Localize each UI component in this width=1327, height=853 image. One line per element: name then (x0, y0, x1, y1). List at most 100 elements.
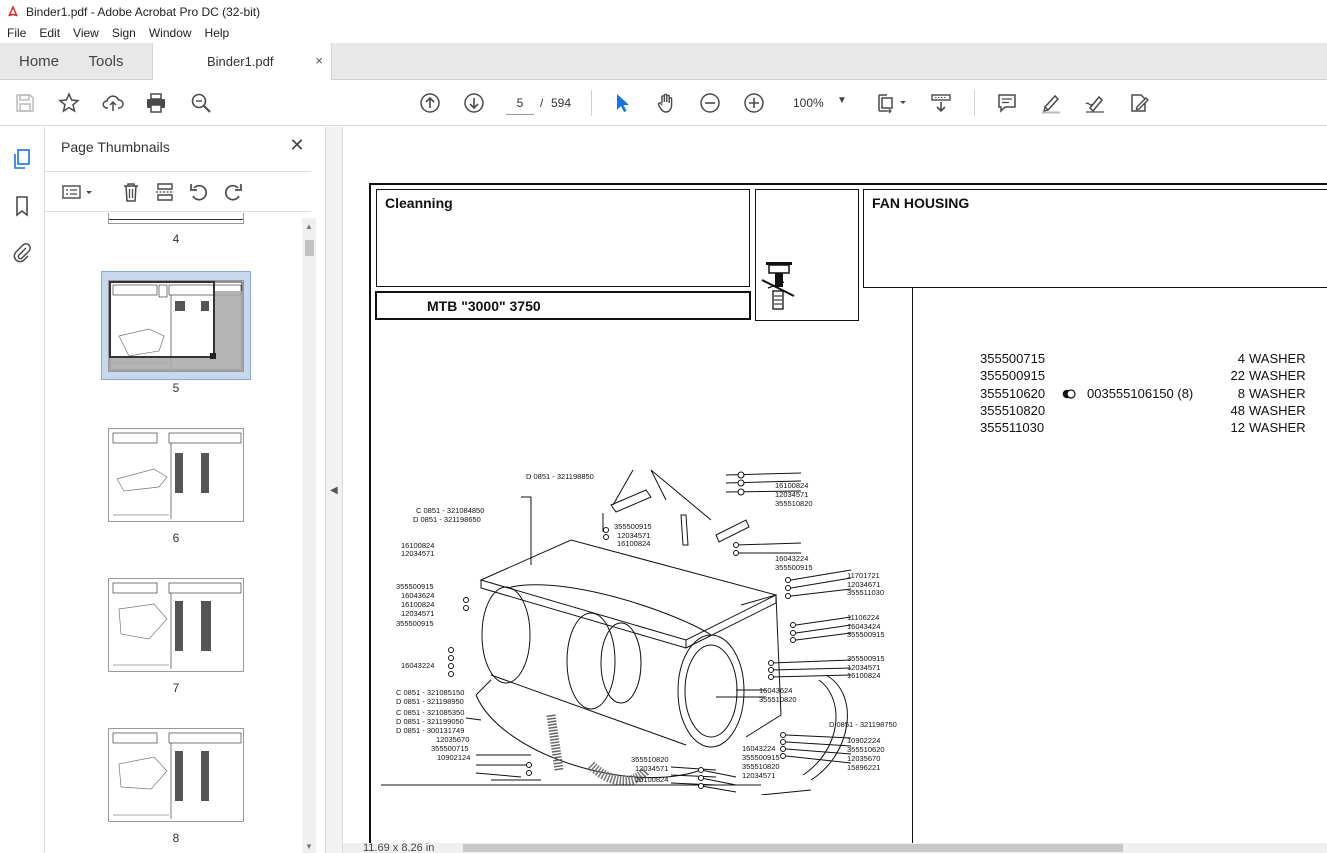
upload-cloud-icon[interactable] (101, 91, 125, 115)
model-box: MTB "3000" 3750 (375, 291, 751, 320)
part-desc: WASHER (1249, 385, 1306, 401)
thumbnail-scrollbar[interactable]: ▲ ▼ (302, 218, 316, 853)
thumbnail-page-number: 6 (172, 531, 180, 545)
extract-pages-icon[interactable] (153, 180, 177, 204)
tab-tools[interactable]: Tools (76, 43, 136, 80)
close-tab-icon[interactable]: × (315, 53, 323, 68)
drawing-callout: C 0851 - 321085350 (396, 708, 465, 717)
part-desc: WASHER (1249, 351, 1306, 366)
drawing-callout: 16043624 (401, 591, 435, 600)
fan-symbol-icon (761, 262, 795, 310)
menu-sign[interactable]: Sign (105, 26, 142, 40)
zoom-in-icon[interactable] (742, 91, 766, 115)
drawing-callout: 355500915 (775, 563, 813, 572)
bookmarks-icon[interactable] (10, 194, 34, 218)
title-bar: Binder1.pdf - Adobe Acrobat Pro DC (32-b… (0, 0, 1327, 23)
drawing-callout: 16100824 (775, 481, 809, 490)
thumbnail-page[interactable] (108, 728, 244, 822)
print-icon[interactable] (144, 91, 168, 115)
drawing-callout: 12034571 (401, 609, 435, 618)
thumbnail-list[interactable]: 4 5 6 7 8 (45, 213, 305, 853)
drawing-callout: 355500915 (847, 654, 885, 663)
thumbnail-page[interactable] (108, 280, 244, 372)
pdf-page: Cleanning MTB "3000" 3750 FAN HOUSING 35… (369, 183, 1327, 853)
collapse-panel-icon[interactable]: ◀ (330, 485, 338, 496)
drawing-callout: 355500915 (847, 630, 885, 639)
parts-list: 355500715 4 WASHER 355500915 22 WASHER 3… (980, 351, 1320, 437)
thumbnail-page[interactable] (108, 213, 244, 224)
menu-file[interactable]: File (0, 26, 32, 40)
column-divider (912, 288, 913, 853)
page-thumbnails-panel: Page Thumbnails ✕ 4 5 6 7 8 (45, 127, 325, 853)
toolbar-divider (591, 90, 592, 116)
symbol-box (755, 189, 859, 321)
thumbnail-page[interactable] (108, 578, 244, 672)
tab-document[interactable]: Binder1.pdf × (152, 43, 332, 80)
menu-bar: File Edit View Sign Window Help (0, 23, 1327, 43)
drawing-callout: 16043224 (775, 554, 809, 563)
menu-edit[interactable]: Edit (32, 26, 66, 40)
tab-home[interactable]: Home (6, 43, 72, 80)
comment-icon[interactable] (995, 91, 1019, 115)
fit-page-dropdown-icon[interactable] (874, 91, 910, 115)
drawing-callout: 12035670 (847, 754, 881, 763)
previous-page-icon[interactable] (418, 91, 442, 115)
drawing-callout: 355510820 (631, 755, 669, 764)
drawing-callout: 11701721 (847, 571, 880, 580)
attachments-icon[interactable] (10, 240, 34, 264)
options-menu-icon[interactable] (60, 180, 96, 204)
zoom-select[interactable]: 100% ▼ (785, 91, 853, 115)
close-panel-icon[interactable]: ✕ (287, 135, 307, 155)
page-separator: / (540, 96, 544, 110)
model-name: MTB "3000" 3750 (427, 298, 541, 314)
rotate-left-icon[interactable] (187, 180, 211, 204)
tab-document-label: Binder1.pdf (207, 54, 274, 69)
scrollbar-thumb[interactable] (463, 844, 1123, 852)
section-box: Cleanning (376, 189, 750, 287)
page-number-input[interactable] (506, 91, 534, 115)
drawing-callout: D 0851 - 321199050 (396, 717, 464, 726)
thumbnail-page-number: 4 (172, 232, 180, 246)
page-thumbnails-icon[interactable] (10, 147, 34, 171)
rotate-right-icon[interactable] (221, 180, 245, 204)
drawing-callout: D 0851 - 321198650 (413, 515, 481, 524)
parts-row: 355500915 22 WASHER (980, 368, 1320, 385)
drawing-callout: 355511030 (847, 588, 884, 597)
bookmark-star-icon[interactable] (57, 91, 81, 115)
part-desc: WASHER (1249, 420, 1306, 436)
scrolling-mode-icon[interactable] (929, 91, 953, 115)
drawing-callout: 355500915 (742, 753, 780, 762)
fill-sign-icon[interactable] (1127, 91, 1151, 115)
save-icon[interactable] (13, 91, 37, 115)
drawing-callout: 10902124 (437, 753, 471, 762)
highlight-pen-icon[interactable] (1039, 91, 1063, 115)
parts-row: 355510620 003555106150 (8) 8 WASHER (980, 386, 1320, 403)
acrobat-window: Binder1.pdf - Adobe Acrobat Pro DC (32-b… (0, 0, 1327, 853)
zoom-out-icon[interactable] (698, 91, 722, 115)
scroll-down-icon[interactable]: ▼ (305, 842, 313, 851)
document-view[interactable]: Cleanning MTB "3000" 3750 FAN HOUSING 35… (343, 127, 1327, 853)
parts-row: 355511030 12 WASHER (980, 420, 1320, 437)
parts-row: 355500715 4 WASHER (980, 351, 1320, 368)
zoom-value: 100% (793, 96, 824, 110)
drawing-callout: D 0851 - 321198850 (526, 472, 594, 481)
part-desc: WASHER (1249, 368, 1306, 384)
panel-splitter[interactable]: ◀ (325, 127, 343, 853)
delete-pages-icon[interactable] (119, 180, 143, 204)
drawing-callout: 12034571 (742, 771, 776, 780)
panel-title: Page Thumbnails (61, 139, 170, 155)
scroll-up-icon[interactable]: ▲ (305, 222, 313, 231)
scrollbar-thumb[interactable] (305, 240, 314, 256)
select-cursor-icon[interactable] (610, 91, 634, 115)
hand-tool-icon[interactable] (654, 91, 678, 115)
part-code: 355500915 (980, 368, 1046, 384)
draw-sign-icon[interactable] (1083, 91, 1107, 115)
next-page-icon[interactable] (462, 91, 486, 115)
thumbnail-page[interactable] (108, 428, 244, 522)
drawing-callout: 355510820 (759, 695, 797, 704)
menu-help[interactable]: Help (198, 26, 236, 40)
zoom-search-icon[interactable] (189, 91, 213, 115)
menu-window[interactable]: Window (142, 26, 198, 40)
horizontal-scrollbar[interactable]: 11.69 x 8.26 in (343, 843, 1327, 853)
menu-view[interactable]: View (66, 26, 105, 40)
